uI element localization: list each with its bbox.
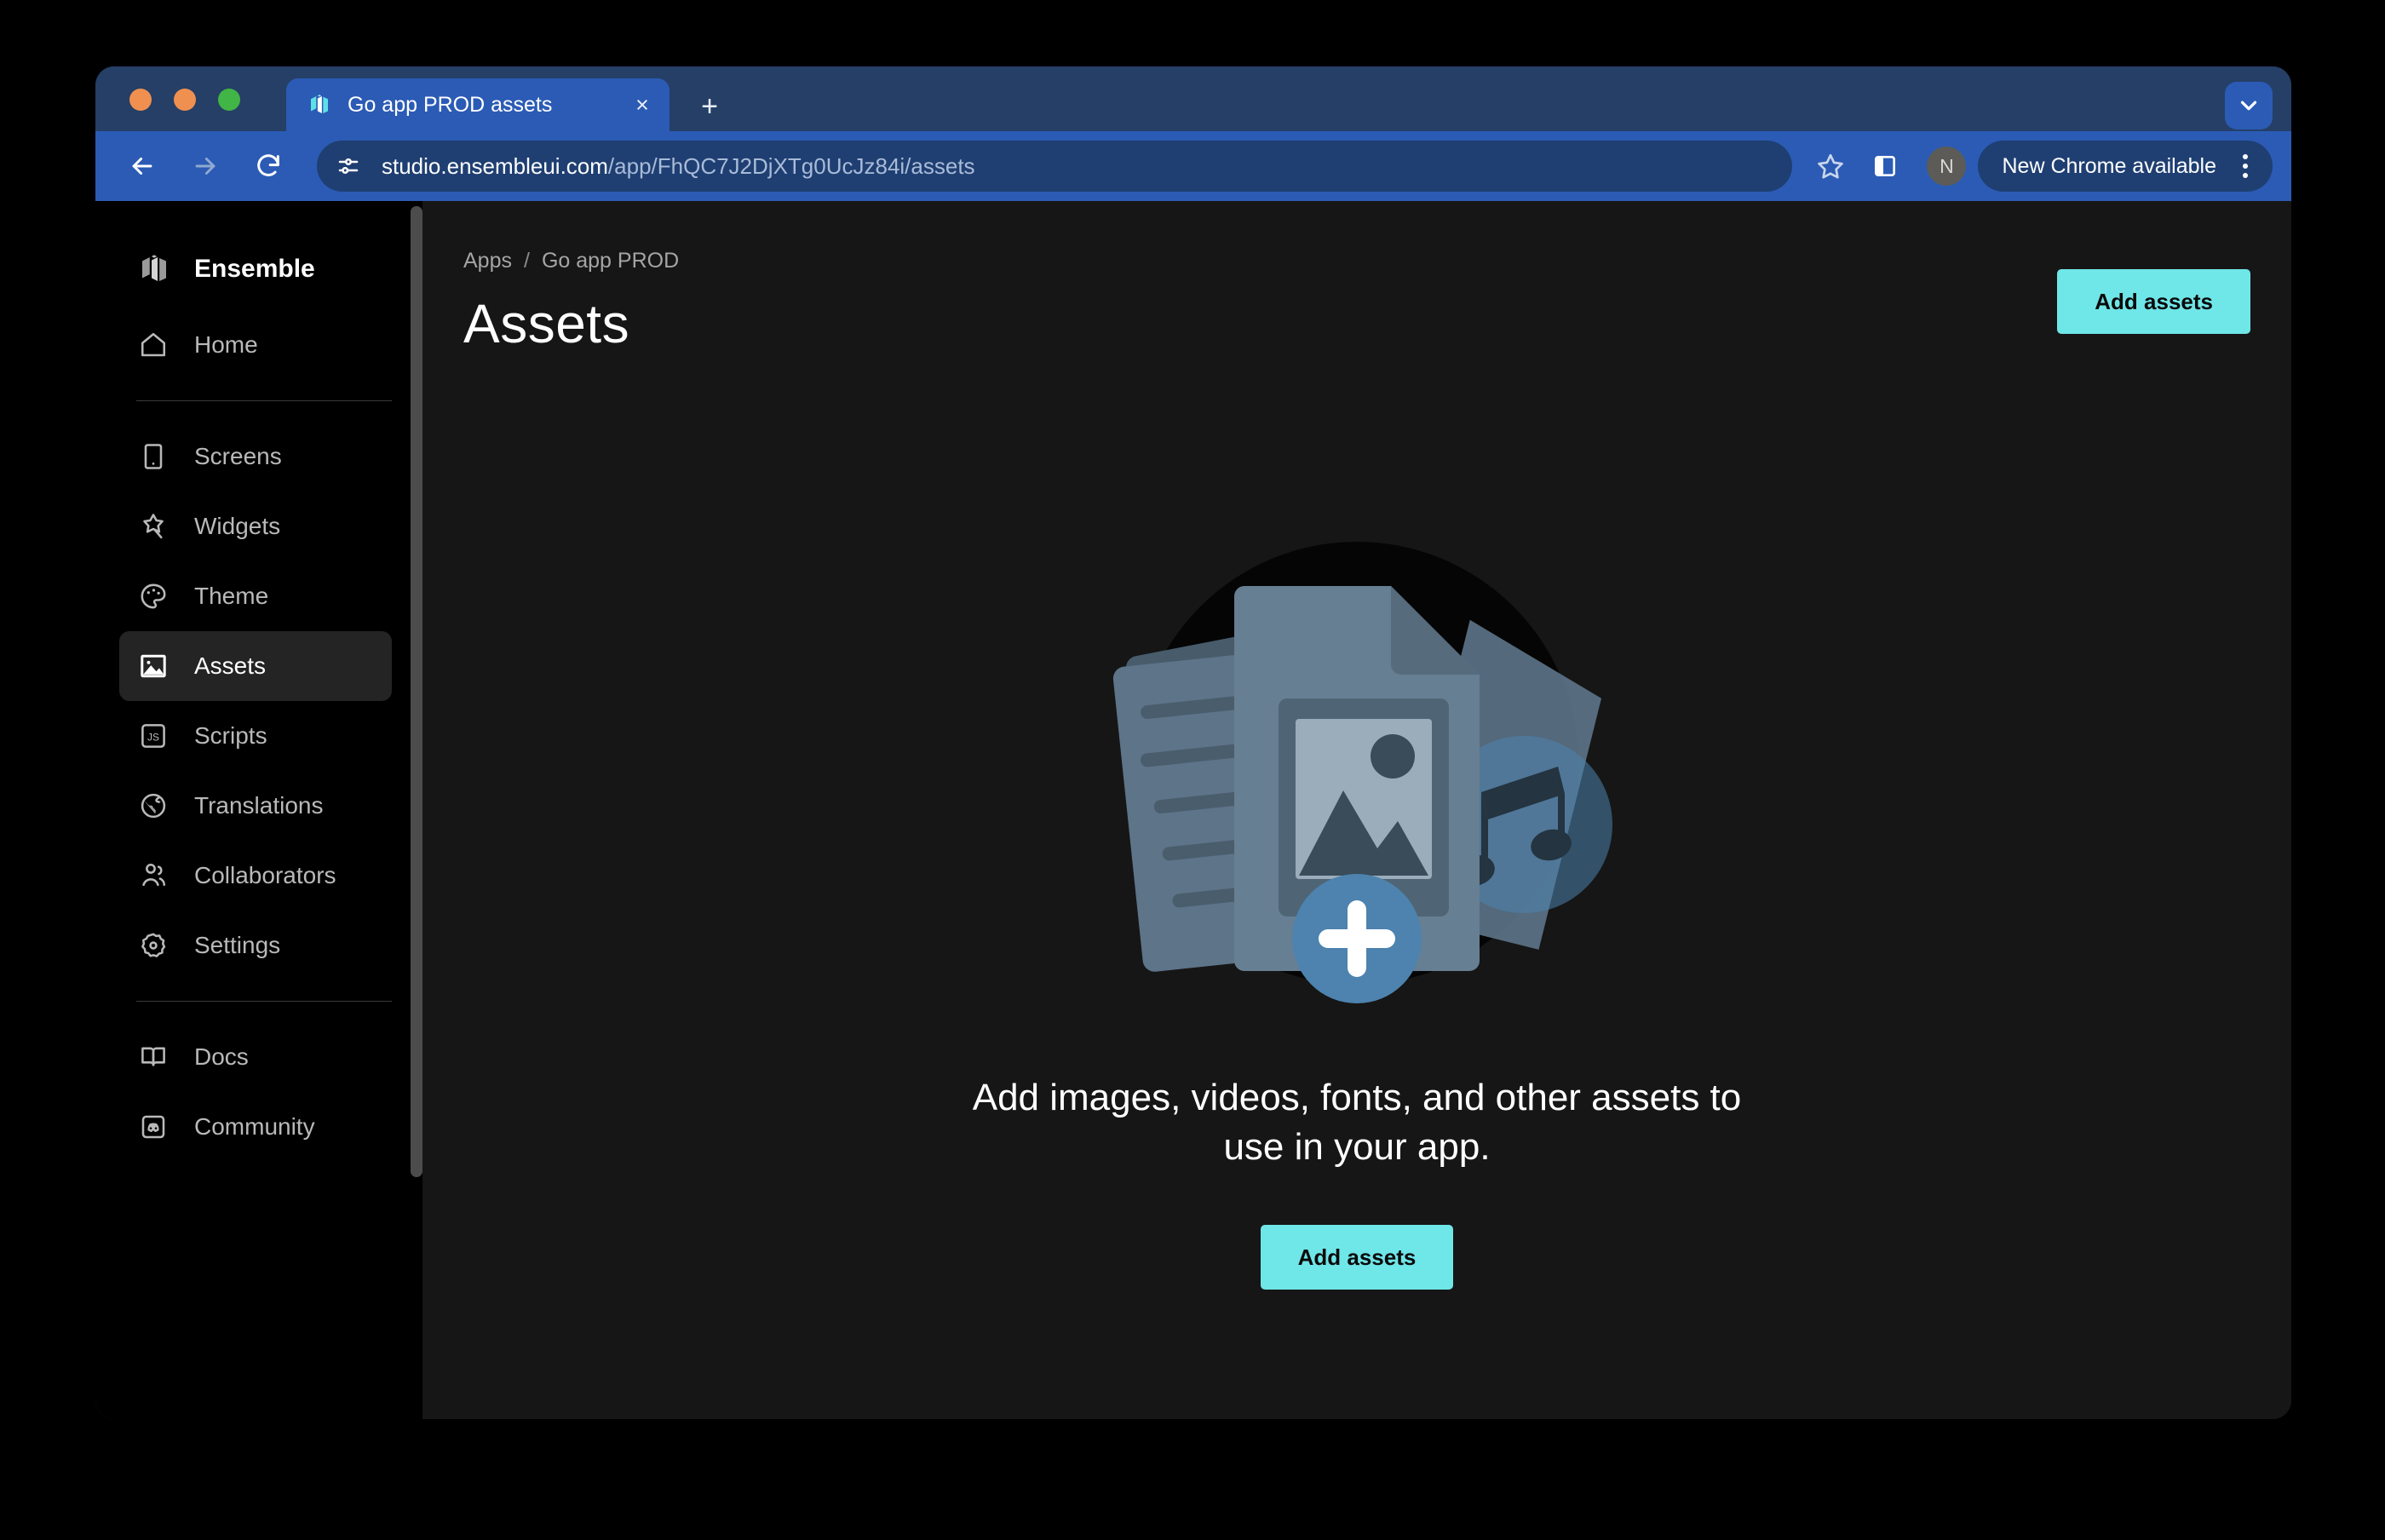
address-bar[interactable]: studio.ensembleui.com/app/FhQC7J2DjXTg0U… xyxy=(317,141,1792,192)
sidebar-item-screens[interactable]: Screens xyxy=(119,422,392,491)
phone-screen-icon xyxy=(136,440,170,474)
forward-arrow-icon[interactable] xyxy=(181,141,230,191)
globe-icon xyxy=(136,789,170,823)
sidebar-item-label: Community xyxy=(194,1113,315,1141)
sidebar-item-label: Theme xyxy=(194,583,268,610)
tune-settings-icon[interactable] xyxy=(329,147,368,186)
window-close-button[interactable] xyxy=(129,89,152,111)
magic-wand-star-icon xyxy=(136,509,170,543)
discord-icon xyxy=(136,1110,170,1144)
image-icon xyxy=(136,649,170,683)
sidebar-item-label: Assets xyxy=(194,652,266,680)
browser-tab[interactable]: Go app PROD assets × xyxy=(286,78,670,131)
header-left: Apps / Go app PROD Assets xyxy=(463,249,679,355)
avatar[interactable]: N xyxy=(1927,147,1966,186)
sidebar-item-label: Translations xyxy=(194,792,323,819)
sidebar-item-translations[interactable]: Translations xyxy=(119,771,392,841)
home-icon xyxy=(136,328,170,362)
breadcrumb-separator: / xyxy=(524,249,530,273)
add-assets-button-bottom[interactable]: Add assets xyxy=(1261,1225,1454,1290)
back-arrow-icon[interactable] xyxy=(118,141,167,191)
sidebar-divider-1 xyxy=(136,400,392,401)
book-icon xyxy=(136,1040,170,1074)
star-icon[interactable] xyxy=(1806,141,1855,191)
sidebar-item-label: Settings xyxy=(194,932,280,959)
sidebar-item-collaborators[interactable]: Collaborators xyxy=(119,841,392,911)
sidebar-scrollbar-thumb[interactable] xyxy=(411,206,422,1177)
sidebar-item-label: Widgets xyxy=(194,513,280,540)
chevron-down-icon[interactable] xyxy=(2225,82,2273,129)
window-traffic-lights xyxy=(129,89,240,111)
sidebar: Ensemble Home Screens xyxy=(95,201,422,1419)
ensemble-cube-favicon-icon xyxy=(307,92,332,118)
close-icon[interactable]: × xyxy=(625,88,659,122)
add-assets-button-top[interactable]: Add assets xyxy=(2057,269,2250,334)
people-icon xyxy=(136,859,170,893)
breadcrumb: Apps / Go app PROD xyxy=(463,249,679,273)
gear-icon xyxy=(136,928,170,962)
sidebar-item-label: Home xyxy=(194,331,258,359)
sidebar-item-label: Scripts xyxy=(194,722,267,750)
browser-toolbar: studio.ensembleui.com/app/FhQC7J2DjXTg0U… xyxy=(95,131,2291,201)
content-header: Apps / Go app PROD Assets Add assets xyxy=(463,201,2250,355)
ensemble-cube-logo-icon xyxy=(136,251,172,287)
page-title: Assets xyxy=(463,292,679,355)
empty-state-message: Add images, videos, fonts, and other ass… xyxy=(948,1073,1766,1172)
reload-icon[interactable] xyxy=(244,141,293,191)
chrome-update-chip[interactable]: New Chrome available xyxy=(1978,141,2273,192)
sidebar-item-home[interactable]: Home xyxy=(119,310,392,380)
tab-title: Go app PROD assets xyxy=(348,93,625,118)
window-maximize-button[interactable] xyxy=(218,89,240,111)
sidebar-item-label: Docs xyxy=(194,1043,249,1071)
url-text: studio.ensembleui.com/app/FhQC7J2DjXTg0U… xyxy=(382,153,975,180)
sidebar-item-theme[interactable]: Theme xyxy=(119,561,392,631)
assets-empty-illustration-icon xyxy=(1067,508,1647,1036)
js-icon: JS xyxy=(136,719,170,753)
browser-window: Go app PROD assets × + xyxy=(95,66,2291,1419)
window-minimize-button[interactable] xyxy=(174,89,196,111)
sidebar-item-assets[interactable]: Assets xyxy=(119,631,392,701)
main-content: Apps / Go app PROD Assets Add assets xyxy=(422,201,2291,1419)
breadcrumb-current[interactable]: Go app PROD xyxy=(542,249,679,273)
url-host: studio.ensembleui.com xyxy=(382,153,608,179)
side-panel-icon[interactable] xyxy=(1860,141,1910,191)
sidebar-item-label: Collaborators xyxy=(194,862,336,889)
brand[interactable]: Ensemble xyxy=(119,228,422,310)
brand-name: Ensemble xyxy=(194,255,315,284)
sidebar-item-docs[interactable]: Docs xyxy=(119,1022,392,1092)
new-tab-button[interactable]: + xyxy=(692,89,727,124)
three-dot-menu-icon[interactable] xyxy=(2225,146,2266,187)
page-body: Ensemble Home Screens xyxy=(95,201,2291,1419)
empty-state: Add images, videos, fonts, and other ass… xyxy=(422,508,2291,1290)
svg-text:JS: JS xyxy=(147,731,159,743)
sidebar-item-settings[interactable]: Settings xyxy=(119,911,392,980)
chrome-update-label: New Chrome available xyxy=(2002,154,2216,179)
sidebar-item-scripts[interactable]: JS Scripts xyxy=(119,701,392,771)
url-path: /app/FhQC7J2DjXTg0UcJz84i/assets xyxy=(608,153,975,179)
breadcrumb-apps[interactable]: Apps xyxy=(463,249,512,273)
sidebar-item-widgets[interactable]: Widgets xyxy=(119,491,392,561)
sidebar-item-community[interactable]: Community xyxy=(119,1092,392,1162)
sidebar-scrollbar[interactable] xyxy=(411,201,422,1419)
sidebar-item-label: Screens xyxy=(194,443,282,470)
sidebar-divider-2 xyxy=(136,1001,392,1002)
palette-icon xyxy=(136,579,170,613)
tab-strip: Go app PROD assets × + xyxy=(95,66,2291,131)
